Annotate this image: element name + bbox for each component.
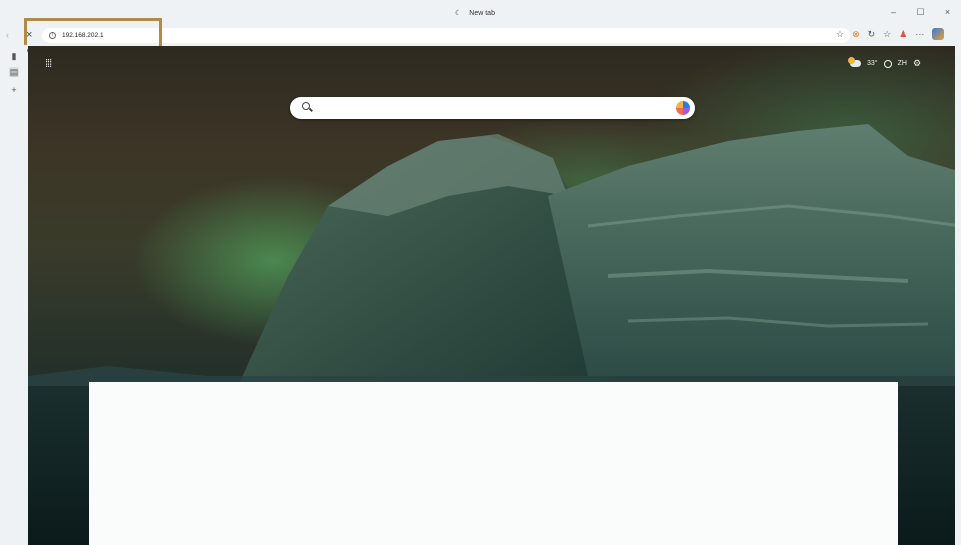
vertical-tab-sidebar: ▮ ▤ + (0, 45, 27, 545)
browser-window: ☾ New tab – ☐ × ‹ × i 192.168.202.1 ☆ ⊗ … (0, 0, 961, 545)
maximize-button[interactable]: ☐ (907, 5, 934, 19)
vertical-tab-newtab-icon[interactable]: ▤ (9, 67, 19, 77)
weather-cloud-icon (848, 57, 861, 67)
weather-widget[interactable]: 33° ZH ⚙ (848, 57, 921, 69)
new-tab-plus-icon[interactable]: + (9, 85, 19, 95)
more-icon[interactable]: ··· (915, 29, 924, 39)
window-right-edge (955, 46, 961, 545)
search-icon (302, 102, 310, 110)
language-label[interactable]: ZH (898, 60, 907, 67)
apps-grid-icon[interactable]: ⁞⁞⁞ (45, 58, 52, 70)
tab-title: New tab (469, 9, 495, 17)
active-tab[interactable]: ☾ New tab (455, 9, 495, 18)
address-bar[interactable]: i 192.168.202.1 (42, 28, 850, 43)
new-tab-page: ⁞⁞⁞ 33° ZH ⚙ (28, 46, 961, 545)
tab-loading-icon: ☾ (455, 10, 462, 17)
toolbar-icons: ☆ ⊗ ↻ ☆ ♟ ··· (836, 28, 945, 40)
refresh-icon[interactable]: ↻ (868, 29, 876, 40)
extension-icon[interactable]: ⊗ (852, 29, 860, 40)
tab-actions-icon[interactable]: ▮ (9, 51, 19, 61)
window-controls: – ☐ × (880, 5, 961, 19)
settings-gear-icon[interactable]: ⚙ (913, 58, 921, 69)
web-search-box[interactable] (290, 97, 695, 119)
copilot-icon[interactable] (932, 28, 945, 40)
copilot-search-icon[interactable] (676, 101, 690, 115)
profile-icon[interactable]: ♟ (899, 29, 907, 40)
feed-panel-blank (89, 382, 898, 545)
language-globe-icon (883, 59, 892, 68)
close-window-button[interactable]: × (934, 5, 961, 19)
favorites-icon[interactable]: ☆ (883, 29, 891, 40)
weather-temperature: 33° (867, 60, 878, 67)
minimize-button[interactable]: – (880, 5, 907, 19)
back-arrow-icon[interactable]: ‹ (6, 30, 9, 40)
star-icon[interactable]: ☆ (836, 29, 844, 40)
